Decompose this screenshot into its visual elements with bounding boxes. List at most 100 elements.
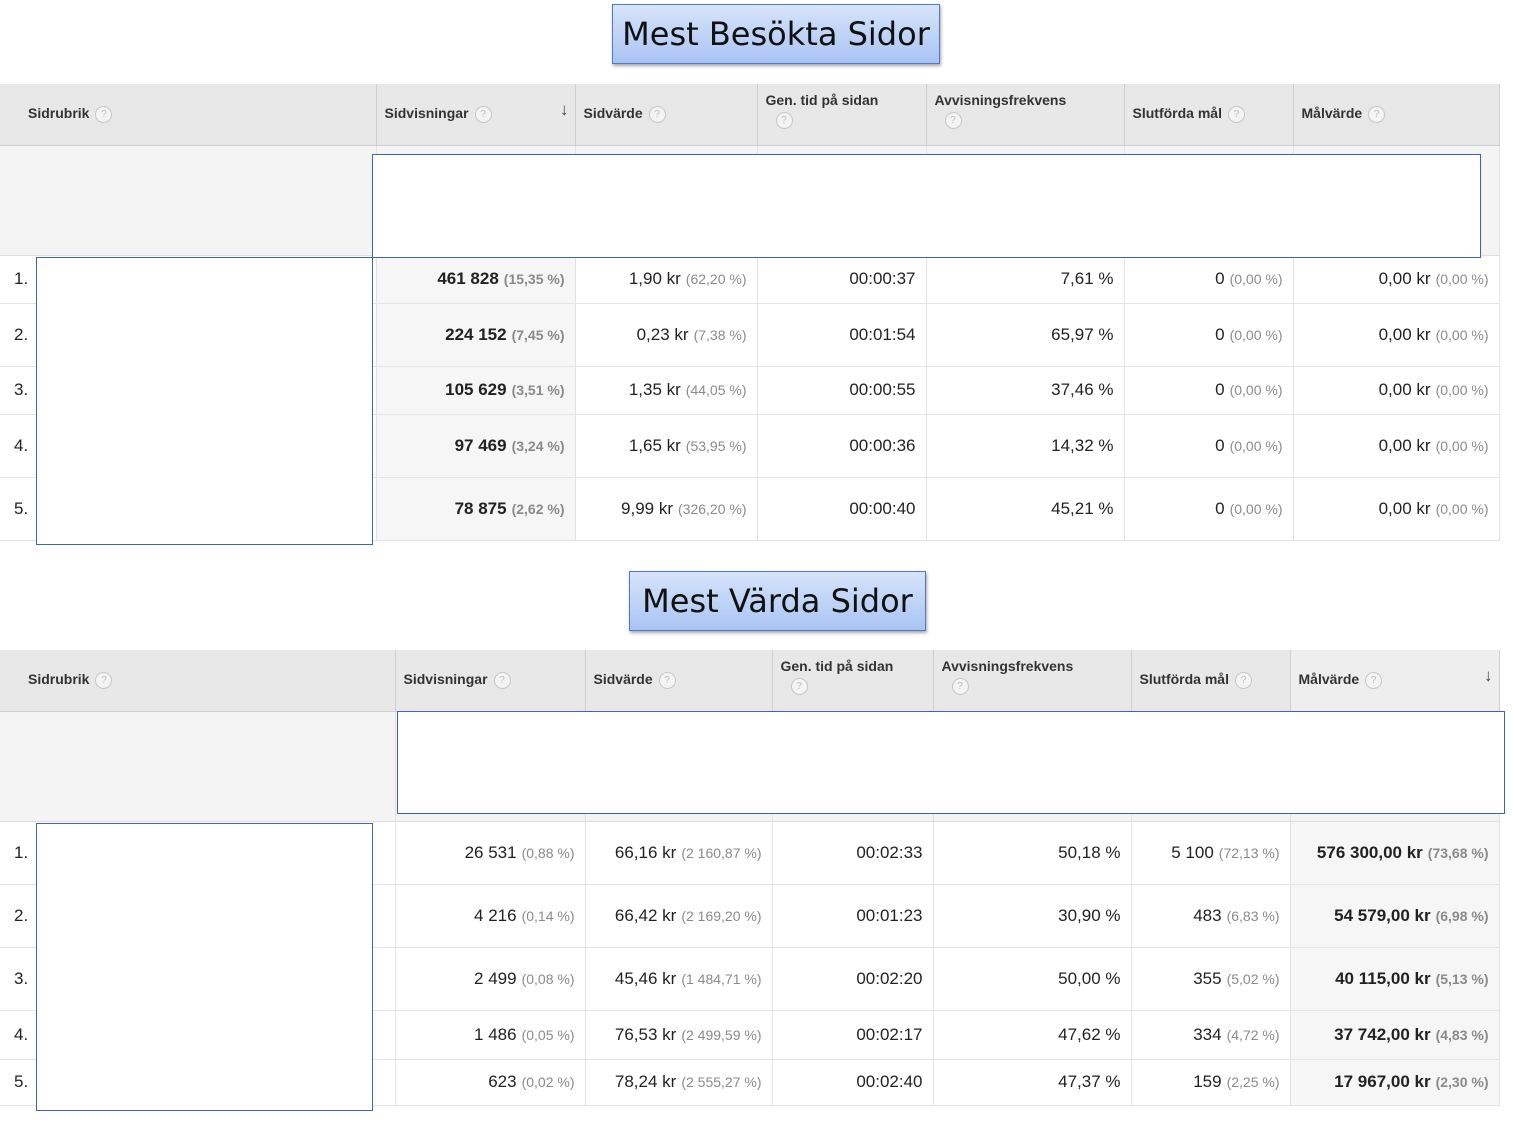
cell-gen-tid: 00:01:54: [757, 303, 927, 367]
cell-avvisning: 14,32 %: [926, 414, 1125, 478]
help-icon[interactable]: ?: [474, 106, 492, 124]
cell-gen-tid: 00:02:40: [772, 1059, 934, 1106]
row-rank: 4.: [0, 1010, 36, 1060]
cell-gen-tid: 00:00:55: [757, 366, 927, 415]
redacted-summary-area: [372, 154, 1481, 258]
cell-malvarde: 0,00 kr (0,00 %): [1293, 303, 1500, 367]
redacted-summary-area: [397, 711, 1505, 814]
cell-avvisning: 65,97 %: [926, 303, 1125, 367]
cell-gen-tid: 00:00:40: [757, 477, 927, 541]
header-sidrubrik[interactable]: Sidrubrik?: [0, 84, 377, 146]
cell-slutforda-mal: 0 (0,00 %): [1124, 303, 1294, 367]
sort-arrow-icon[interactable]: ↓: [1484, 666, 1493, 686]
cell-malvarde: 37 742,00 kr (4,83 %): [1290, 1010, 1500, 1060]
row-rank: 2.: [0, 303, 36, 367]
cell-malvarde: 0,00 kr (0,00 %): [1293, 366, 1500, 415]
row-rank: 4.: [0, 414, 36, 478]
cell-malvarde: 0,00 kr (0,00 %): [1293, 477, 1500, 541]
row-rank: 5.: [0, 1059, 36, 1106]
cell-slutforda-mal: 0 (0,00 %): [1124, 255, 1294, 304]
help-icon[interactable]: ?: [944, 112, 962, 129]
help-icon[interactable]: ?: [95, 672, 113, 690]
header-slutforda-mal[interactable]: Slutförda mål?: [1131, 650, 1291, 712]
help-icon[interactable]: ?: [951, 678, 969, 695]
cell-sidvisningar: 623 (0,02 %): [395, 1059, 586, 1106]
header-sidvarde[interactable]: Sidvärde?: [575, 84, 758, 146]
header-avvisningsfrekvens[interactable]: Avvisningsfrekvens?: [926, 84, 1125, 146]
header-sidrubrik[interactable]: Sidrubrik?: [0, 650, 396, 712]
cell-avvisning: 7,61 %: [926, 255, 1125, 304]
cell-malvarde: 0,00 kr (0,00 %): [1293, 255, 1500, 304]
row-rank: 3.: [0, 947, 36, 1011]
cell-avvisning: 47,62 %: [933, 1010, 1132, 1060]
cell-sidvisningar: 461 828 (15,35 %): [376, 255, 576, 304]
cell-avvisning: 50,00 %: [933, 947, 1132, 1011]
header-sidvisningar[interactable]: Sidvisningar? ↓: [376, 84, 576, 146]
cell-sidvisningar: 26 531 (0,88 %): [395, 821, 586, 885]
header-gen-tid[interactable]: Gen. tid på sidan?: [772, 650, 934, 712]
help-icon[interactable]: ?: [493, 672, 511, 690]
help-icon[interactable]: ?: [775, 112, 793, 129]
cell-gen-tid: 00:00:37: [757, 255, 927, 304]
header-gen-tid[interactable]: Gen. tid på sidan?: [757, 84, 927, 146]
cell-sidvisningar: 1 486 (0,05 %): [395, 1010, 586, 1060]
header-sidvarde[interactable]: Sidvärde?: [585, 650, 773, 712]
help-icon[interactable]: ?: [1368, 106, 1386, 124]
cell-slutforda-mal: 334 (4,72 %): [1131, 1010, 1291, 1060]
row-rank: 1.: [0, 255, 36, 304]
help-icon[interactable]: ?: [790, 678, 808, 695]
cell-sidvarde: 76,53 kr (2 499,59 %): [585, 1010, 773, 1060]
cell-slutforda-mal: 0 (0,00 %): [1124, 477, 1294, 541]
cell-avvisning: 50,18 %: [933, 821, 1132, 885]
cell-sidvisningar: 97 469 (3,24 %): [376, 414, 576, 478]
help-icon[interactable]: ?: [658, 672, 676, 690]
help-icon[interactable]: ?: [1365, 672, 1383, 690]
header-malvarde[interactable]: Målvärde?: [1293, 84, 1500, 146]
sort-arrow-icon[interactable]: ↓: [560, 100, 569, 120]
row-rank: 2.: [0, 884, 36, 948]
cell-avvisning: 37,46 %: [926, 366, 1125, 415]
cell-sidvisningar: 224 152 (7,45 %): [376, 303, 576, 367]
help-icon[interactable]: ?: [1227, 106, 1245, 124]
cell-avvisning: 30,90 %: [933, 884, 1132, 948]
cell-sidvarde: 9,99 kr (326,20 %): [575, 477, 758, 541]
cell-gen-tid: 00:00:36: [757, 414, 927, 478]
cell-sidvisningar: 78 875 (2,62 %): [376, 477, 576, 541]
cell-malvarde: 0,00 kr (0,00 %): [1293, 414, 1500, 478]
cell-avvisning: 47,37 %: [933, 1059, 1132, 1106]
row-rank: 1.: [0, 821, 36, 885]
cell-gen-tid: 00:01:23: [772, 884, 934, 948]
header-sidvisningar[interactable]: Sidvisningar?: [395, 650, 586, 712]
redacted-page-titles: [36, 257, 373, 545]
cell-slutforda-mal: 159 (2,25 %): [1131, 1059, 1291, 1106]
header-avvisningsfrekvens[interactable]: Avvisningsfrekvens?: [933, 650, 1132, 712]
cell-slutforda-mal: 5 100 (72,13 %): [1131, 821, 1291, 885]
cell-slutforda-mal: 0 (0,00 %): [1124, 414, 1294, 478]
cell-sidvisningar: 4 216 (0,14 %): [395, 884, 586, 948]
redacted-page-titles: [36, 823, 373, 1111]
row-rank: 3.: [0, 366, 36, 415]
cell-sidvarde: 1,35 kr (44,05 %): [575, 366, 758, 415]
cell-slutforda-mal: 483 (6,83 %): [1131, 884, 1291, 948]
cell-malvarde: 54 579,00 kr (6,98 %): [1290, 884, 1500, 948]
header-slutforda-mal[interactable]: Slutförda mål?: [1124, 84, 1294, 146]
cell-malvarde: 576 300,00 kr (73,68 %): [1290, 821, 1500, 885]
cell-sidvisningar: 2 499 (0,08 %): [395, 947, 586, 1011]
cell-sidvarde: 1,65 kr (53,95 %): [575, 414, 758, 478]
cell-malvarde: 40 115,00 kr (5,13 %): [1290, 947, 1500, 1011]
cell-sidvarde: 1,90 kr (62,20 %): [575, 255, 758, 304]
cell-slutforda-mal: 0 (0,00 %): [1124, 366, 1294, 415]
section-title-most-visited: Mest Besökta Sidor: [612, 4, 940, 64]
help-icon[interactable]: ?: [648, 106, 666, 124]
help-icon[interactable]: ?: [95, 106, 113, 124]
header-malvarde[interactable]: Målvärde? ↓: [1290, 650, 1500, 712]
cell-gen-tid: 00:02:20: [772, 947, 934, 1011]
cell-sidvarde: 78,24 kr (2 555,27 %): [585, 1059, 773, 1106]
cell-sidvarde: 0,23 kr (7,38 %): [575, 303, 758, 367]
help-icon[interactable]: ?: [1234, 672, 1252, 690]
cell-malvarde: 17 967,00 kr (2,30 %): [1290, 1059, 1500, 1106]
section-title-most-valuable: Mest Värda Sidor: [629, 571, 926, 631]
cell-sidvisningar: 105 629 (3,51 %): [376, 366, 576, 415]
row-rank: 5.: [0, 477, 36, 541]
cell-gen-tid: 00:02:17: [772, 1010, 934, 1060]
